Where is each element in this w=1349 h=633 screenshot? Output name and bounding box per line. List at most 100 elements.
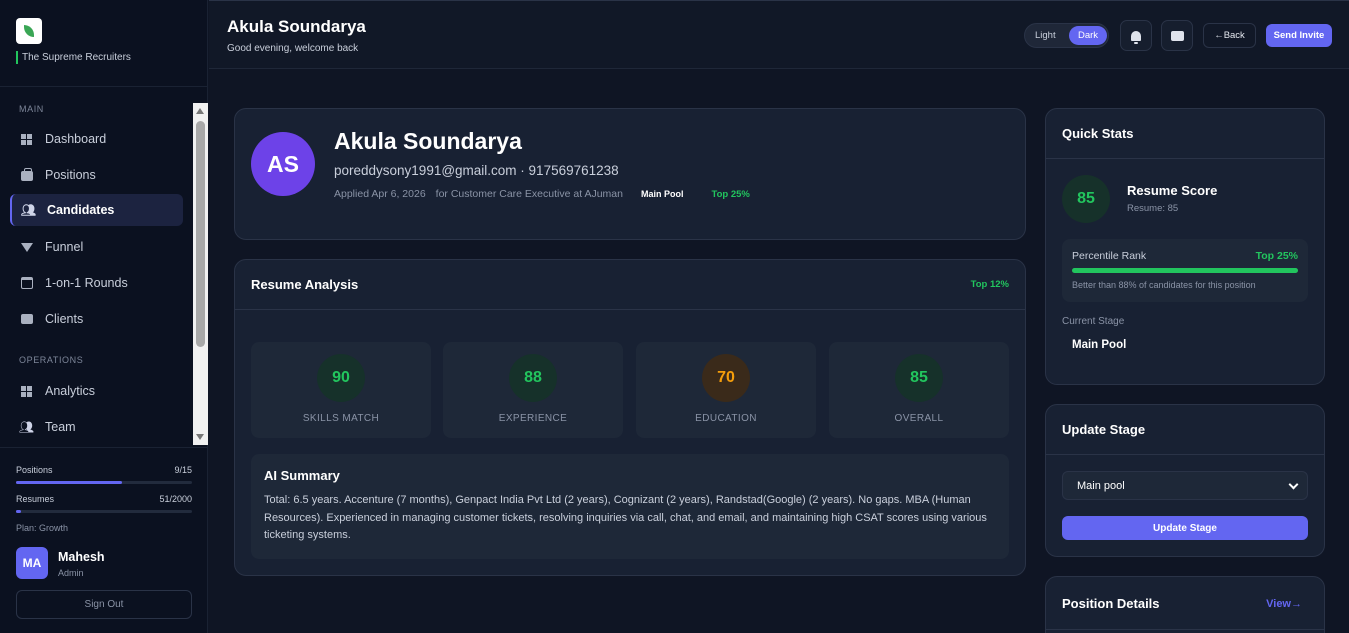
ai-summary-title: AI Summary (264, 468, 340, 483)
chat-icon (1170, 30, 1184, 41)
usage-positions-value: 9/15 (174, 465, 192, 475)
funnel-icon (20, 241, 33, 254)
sidebar-item-label: Candidates (47, 203, 115, 217)
view-position-link[interactable]: View→ (1266, 598, 1302, 610)
bell-icon (1131, 30, 1141, 44)
stage-select[interactable]: Main pool (1062, 471, 1308, 500)
percentile-label: Percentile Rank (1072, 250, 1147, 262)
brand: The Supreme Recruiters (0, 0, 207, 87)
theme-toggle[interactable]: Light Dark (1024, 23, 1109, 48)
current-stage-value: Main Pool (1072, 339, 1127, 351)
brand-logo[interactable] (16, 18, 42, 44)
usage-resumes-fill (16, 510, 22, 513)
scroll-down-icon[interactable] (196, 434, 204, 440)
sidebar-item-positions[interactable]: Positions (10, 159, 183, 191)
score-tile-education: 70 EDUCATION (636, 342, 816, 438)
sign-out-button[interactable]: Sign Out (16, 590, 192, 619)
usage-resumes-value: 51/2000 (159, 494, 192, 504)
resume-analysis-card: Resume Analysis Top 12% 90 SKILLS MATCH … (234, 259, 1026, 576)
score-value: 90 (317, 354, 365, 402)
usage-resumes-label: Resumes (16, 494, 55, 504)
sidebar-item-clients[interactable]: Clients (10, 303, 183, 335)
percentile-rank: Percentile Rank Top 25% Better than 88% … (1062, 239, 1308, 302)
current-stage-label: Current Stage (1062, 316, 1125, 327)
score-value: 85 (895, 354, 943, 402)
chevron-down-icon (1288, 479, 1299, 490)
notifications-button[interactable] (1120, 20, 1152, 51)
ai-summary: AI Summary Total: 6.5 years. Accenture (… (251, 454, 1009, 559)
candidate-profile-card: AS Akula Soundarya poreddysony1991@gmail… (234, 108, 1026, 240)
theme-dark-option[interactable]: Dark (1069, 26, 1107, 45)
applied-date: Applied Apr 6, 2026 (334, 188, 426, 200)
send-invite-button[interactable]: Send Invite (1266, 24, 1332, 47)
resume-analysis-header: Resume Analysis Top 12% (235, 260, 1025, 310)
quick-stats-card: Quick Stats 85 Resume Score Resume: 85 P… (1045, 108, 1325, 385)
usage-positions-fill (16, 481, 122, 484)
usage-positions-label: Positions (16, 465, 53, 475)
score-tile-experience: 88 EXPERIENCE (443, 342, 623, 438)
sidebar-item-funnel[interactable]: Funnel (10, 231, 183, 263)
sidebar-item-team[interactable]: 👥︎ Team (10, 411, 183, 443)
sidebar-item-analytics[interactable]: Analytics (10, 375, 183, 407)
percentile-note: Better than 88% of candidates for this p… (1072, 280, 1256, 290)
theme-light-option[interactable]: Light (1035, 30, 1056, 41)
dashboard-icon (20, 385, 33, 398)
score-label: EDUCATION (695, 413, 757, 424)
update-stage-card: Update Stage Main pool Update Stage (1045, 404, 1325, 557)
position-details-header: Position Details View→ (1046, 577, 1324, 630)
usage-positions-bar (16, 481, 192, 484)
position-details-card: Position Details View→ (1045, 576, 1325, 633)
page-title: Akula Soundarya (227, 17, 366, 36)
sidebar-item-label: Team (45, 420, 76, 434)
people-icon: 👥︎ (18, 420, 35, 434)
sidebar-item-candidates[interactable]: 👥︎ Candidates (10, 194, 183, 226)
pool-badge: Main Pool (641, 189, 684, 199)
sidebar-item-label: Analytics (45, 384, 96, 398)
brand-name: The Supreme Recruiters (16, 51, 191, 64)
percentile-fill (1072, 268, 1298, 273)
ai-summary-text: Total: 6.5 years. Accenture (7 months), … (264, 494, 987, 541)
sidebar-item-label: Funnel (45, 240, 84, 254)
score-tile-overall: 85 OVERALL (829, 342, 1009, 438)
scroll-up-icon[interactable] (196, 108, 204, 114)
sidebar-item-label: Positions (45, 168, 96, 182)
chat-icon (20, 313, 33, 326)
usage-panel: Positions 9/15 Resumes 51/2000 Plan: Gro… (0, 447, 208, 633)
update-stage-header: Update Stage (1046, 405, 1324, 455)
avatar[interactable]: MA (16, 547, 48, 579)
resume-analysis-title: Resume Analysis (251, 277, 359, 292)
nav-section-operations: OPERATIONS (19, 355, 84, 365)
sidebar-item-dashboard[interactable]: Dashboard (10, 123, 183, 155)
leaf-icon (24, 25, 34, 37)
resume-score-circle: 85 (1062, 175, 1110, 223)
back-button[interactable]: ←Back (1203, 23, 1256, 48)
user-name: Mahesh (58, 550, 105, 564)
score-label: SKILLS MATCH (302, 413, 380, 424)
position-details-title: Position Details (1062, 596, 1160, 611)
briefcase-icon (20, 168, 33, 182)
rank-badge: Top 25% (711, 188, 750, 200)
score-label: OVERALL (894, 413, 944, 424)
messages-button[interactable] (1161, 20, 1193, 51)
update-stage-title: Update Stage (1062, 422, 1146, 437)
update-stage-button[interactable]: Update Stage (1062, 516, 1308, 540)
dashboard-icon (20, 133, 33, 146)
candidate-avatar: AS (251, 132, 315, 196)
scroll-thumb[interactable] (196, 121, 205, 347)
resume-analysis-badge: Top 12% (970, 279, 1009, 290)
sidebar: The Supreme Recruiters MAIN Dashboard Po… (0, 0, 208, 633)
score-label: EXPERIENCE (498, 413, 568, 424)
sidebar-item-label: Dashboard (45, 132, 107, 146)
sidebar-nav: MAIN Dashboard Positions 👥︎ Candidates F… (0, 87, 208, 447)
applied-role: for Customer Care Executive at AJuman (435, 188, 623, 200)
sidebar-item-label: 1-on-1 Rounds (45, 276, 128, 290)
page-subtitle: Good evening, welcome back (227, 43, 359, 54)
quick-stats-title: Quick Stats (1062, 126, 1134, 141)
score-value: 88 (509, 354, 557, 402)
plan-label: Plan: Growth (16, 523, 69, 533)
sidebar-scrollbar[interactable] (193, 103, 208, 445)
quick-stats-header: Quick Stats (1046, 109, 1324, 159)
nav-section-main: MAIN (19, 104, 44, 114)
resume-score-sub: Resume: 85 (1127, 203, 1179, 214)
sidebar-item-rounds[interactable]: 1-on-1 Rounds (10, 267, 183, 299)
